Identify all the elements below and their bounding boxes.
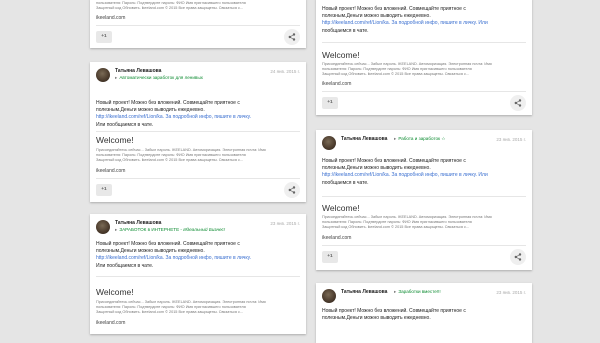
divider: [96, 131, 300, 132]
avatar[interactable]: [322, 289, 336, 303]
post-text: Новый проект! Можно без вложений. Совмещ…: [322, 158, 524, 187]
link-title[interactable]: Welcome!: [96, 135, 134, 145]
post-link-line[interactable]: http://ikeeland.com/ref/Lion/ka. За подр…: [96, 255, 298, 262]
plus-one-button[interactable]: +1: [322, 97, 338, 109]
link-description: пользователя: Пароль: Подтвердите пароль…: [96, 1, 298, 11]
share-icon: [514, 253, 522, 261]
share-button[interactable]: [510, 249, 526, 265]
link-description-line: Защитный код Обновить. ikeeland.com © 20…: [96, 6, 244, 10]
arrow-icon: ▸: [394, 289, 397, 294]
community-link[interactable]: ▸ ЗАРАБОТОК в ИНТЕРНЕТЕ - Идеальный Бизне…: [115, 227, 225, 233]
author-name[interactable]: Татьяна Левашова: [115, 68, 161, 74]
post-date[interactable]: 23 янв. 2015 г.: [496, 290, 526, 295]
link-description: Присоединяйтесь сейчас... Забыл пароль. …: [96, 300, 298, 315]
link-domain[interactable]: ikeeland.com: [96, 168, 125, 174]
post-card: Татьяна Левашова ▸ Работа и заработок ☆ 2…: [316, 130, 532, 270]
post-text: Новый проект! Можно без вложений. Совмещ…: [322, 6, 524, 35]
post-text-line: пообщаемся в чате.: [322, 179, 369, 186]
arrow-icon: ▸: [115, 75, 118, 80]
post-header: Татьяна Левашова ▸ ЗАРАБОТОК в ИНТЕРНЕТЕ …: [96, 220, 300, 242]
post-text-line: Новый проект! Можно без вложений. Совмещ…: [96, 241, 240, 247]
post-text-line: полезным.Деньги можно выводить ежедневно…: [322, 315, 431, 322]
divider: [322, 245, 526, 246]
divider: [322, 42, 526, 43]
post-date[interactable]: 23 янв. 2015 г.: [496, 137, 526, 142]
post-date[interactable]: 23 янв. 2015 г.: [270, 221, 300, 226]
link-domain[interactable]: ikeeland.com: [96, 320, 125, 326]
plus-one-button[interactable]: +1: [322, 251, 338, 263]
divider: [96, 276, 300, 277]
plus-one-button[interactable]: +1: [96, 184, 112, 196]
community-name: Работа и заработок ☆: [398, 136, 446, 141]
link-description-line: Защитный код Обновить. ikeeland.com © 20…: [322, 72, 470, 76]
author-name[interactable]: Татьяна Левашова: [341, 136, 387, 142]
post-header: Татьяна Левашова ▸ Работа и заработок ☆ 2…: [322, 136, 526, 158]
post-footer: +1: [316, 93, 532, 115]
link-title[interactable]: Welcome!: [322, 203, 360, 213]
post-link-line[interactable]: http://ikeeland.com/ref/Lion/ka. За подр…: [322, 172, 524, 179]
share-button[interactable]: [284, 29, 300, 45]
post-link-line[interactable]: http://ikeeland.com/ref/Lion/ka. За подр…: [322, 20, 524, 27]
link-domain[interactable]: ikeeland.com: [322, 235, 351, 241]
post-card: Татьяна Левашова ▸ ЗАРАБОТОК в ИНТЕРНЕТЕ …: [90, 214, 306, 334]
post-text-line: Или пообщаемся в чате.: [96, 262, 154, 269]
link-domain[interactable]: ikeeland.com: [322, 81, 351, 87]
post-text: Новый проект! Можно без вложений. Совмещ…: [322, 308, 524, 322]
divider: [96, 25, 300, 26]
share-button[interactable]: [510, 95, 526, 111]
post-text: Новый проект! Можно без вложений. Совмещ…: [96, 100, 298, 129]
post-footer: +1: [90, 180, 306, 202]
post-card: Татьяна Левашова ▸ Автоматически заработо…: [90, 62, 306, 202]
post-footer: +1: [316, 247, 532, 269]
community-link[interactable]: ▸ Автоматически заработок для ленивых: [115, 75, 203, 81]
community-link[interactable]: ▸ Заработки вместе!!!: [394, 289, 441, 295]
author-name[interactable]: Татьяна Левашова: [341, 289, 387, 295]
post-card: Татьяна Левашова ▸ Заработки вместе!!! 23…: [316, 283, 532, 343]
post-text-line: Новый проект! Можно без вложений. Совмещ…: [96, 100, 240, 106]
divider: [96, 178, 300, 179]
post-card: пользователя: Пароль: Подтвердите пароль…: [90, 0, 306, 48]
arrow-icon: ▸: [394, 136, 397, 141]
share-icon: [288, 33, 296, 41]
community-link[interactable]: ▸ Работа и заработок ☆: [394, 136, 445, 142]
community-name: Автоматически заработок для ленивых: [119, 75, 203, 80]
post-card: Новый проект! Можно без вложений. Совмещ…: [316, 0, 532, 115]
avatar[interactable]: [322, 136, 336, 150]
link-description-line: Защитный код Обновить. ikeeland.com © 20…: [96, 158, 244, 162]
community-name: Заработки вместе!!!: [398, 289, 441, 294]
link-description: Присоединяйтесь сейчас... Забыл пароль. …: [96, 148, 298, 163]
link-title[interactable]: Welcome!: [322, 50, 360, 60]
avatar[interactable]: [96, 220, 110, 234]
arrow-icon: ▸: [115, 227, 118, 232]
right-column: Новый проект! Можно без вложений. Совмещ…: [316, 0, 532, 343]
community-name: ЗАРАБОТОК в ИНТЕРНЕТЕ: [119, 227, 180, 232]
share-icon: [514, 99, 522, 107]
author-name[interactable]: Татьяна Левашова: [115, 220, 161, 226]
link-description: Присоединяйтесь сейчас... Забыл пароль. …: [322, 62, 524, 77]
post-text-line: Новый проект! Можно без вложений. Совмещ…: [322, 158, 466, 164]
post-header: Татьяна Левашова ▸ Автоматически заработо…: [96, 68, 300, 90]
post-text-line: пообщаемся в чате.: [322, 27, 369, 34]
post-date[interactable]: 24 янв. 2015 г.: [270, 69, 300, 74]
post-footer: +1: [90, 27, 306, 48]
link-domain[interactable]: ikeeland.com: [96, 15, 125, 21]
divider: [322, 91, 526, 92]
link-description-line: Защитный код Обновить. ikeeland.com © 20…: [96, 310, 244, 314]
link-description-line: Защитный код Обновить. ikeeland.com © 20…: [322, 225, 470, 229]
left-column: пользователя: Пароль: Подтвердите пароль…: [90, 0, 306, 334]
post-text-line: Или пообщаемся в чате.: [96, 121, 154, 128]
link-title[interactable]: Welcome!: [96, 287, 134, 297]
avatar[interactable]: [96, 68, 110, 82]
plus-one-button[interactable]: +1: [96, 31, 112, 43]
share-button[interactable]: [284, 182, 300, 198]
link-description: Присоединяйтесь сейчас... Забыл пароль. …: [322, 215, 524, 230]
share-icon: [288, 186, 296, 194]
post-link-line[interactable]: http://ikeeland.com/ref/Lion/ka. За подр…: [96, 114, 298, 121]
post-text: Новый проект! Можно без вложений. Совмещ…: [96, 241, 298, 270]
divider: [322, 196, 526, 197]
post-text-line: Новый проект! Можно без вложений. Совмещ…: [322, 6, 466, 12]
community-subtitle: Идеальный Бизнес!: [183, 227, 226, 232]
post-text-line: Новый проект! Можно без вложений. Совмещ…: [322, 308, 466, 314]
